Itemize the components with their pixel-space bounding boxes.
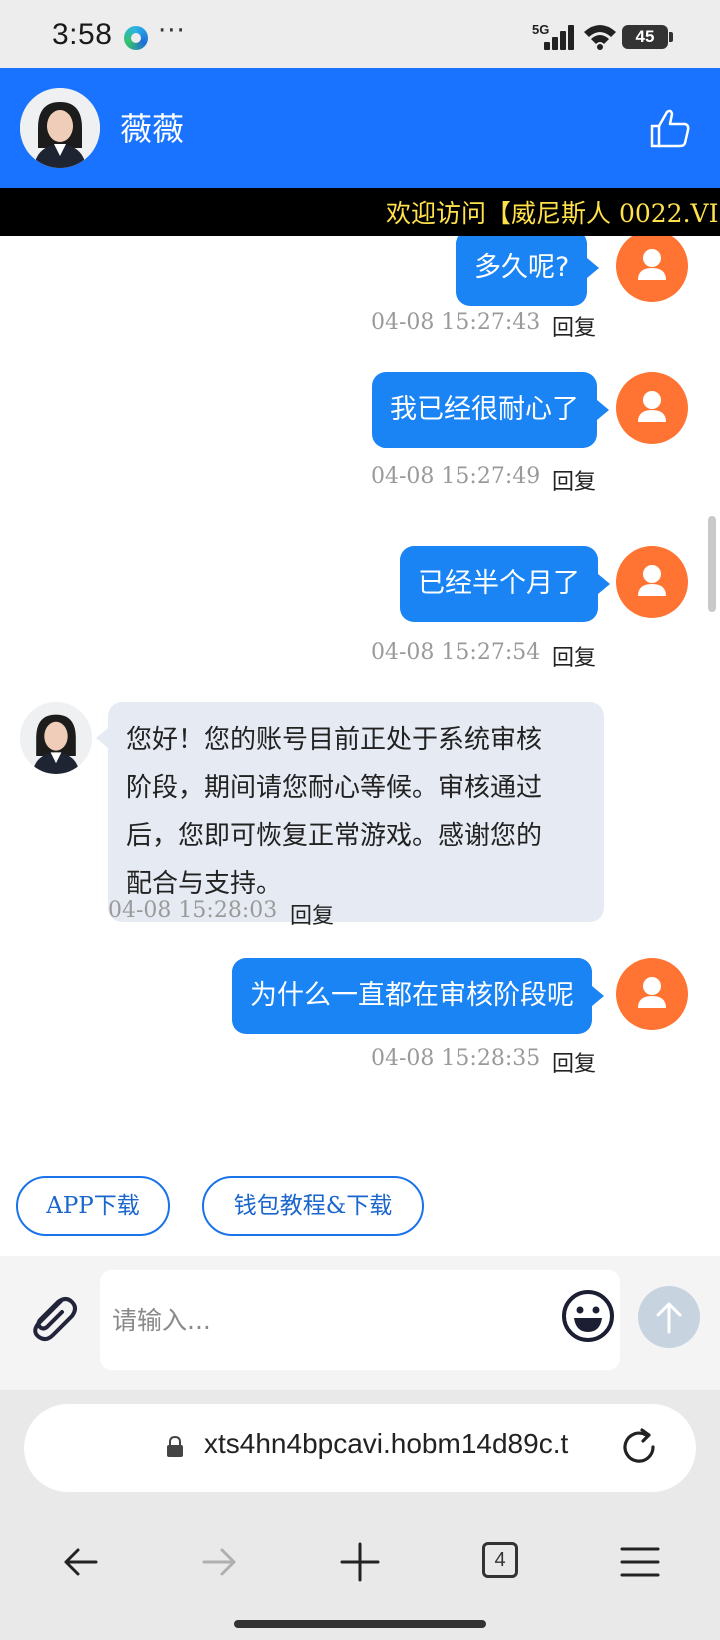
reply-link[interactable]: 回复	[552, 1046, 596, 1078]
outgoing-message-bubble[interactable]: 我已经很耐心了	[372, 372, 609, 448]
menu-icon[interactable]	[616, 1538, 664, 1586]
paperclip-icon[interactable]	[22, 1286, 80, 1344]
message-input[interactable]	[100, 1270, 620, 1370]
user-avatar	[616, 372, 688, 444]
browser-toolbar: xts4hn4bpcavi.hobm14d89c.t 4	[0, 1390, 720, 1640]
forward-arrow-icon[interactable]	[196, 1538, 244, 1586]
status-bar: 3:58 ··· 5G 45	[0, 0, 720, 68]
agent-avatar	[20, 702, 92, 774]
app-download-button[interactable]: APP下载	[16, 1176, 170, 1236]
user-avatar	[616, 958, 688, 1030]
signal-icon	[540, 24, 574, 50]
user-avatar	[616, 236, 688, 302]
message-timestamp: 04-08 15:27:43	[371, 310, 541, 335]
agent-avatar[interactable]	[20, 88, 100, 168]
message-timestamp: 04-08 15:28:03	[108, 898, 278, 923]
arrow-up-icon	[656, 1302, 682, 1334]
message-timestamp: 04-08 15:27:49	[371, 464, 541, 489]
new-tab-plus-icon[interactable]	[336, 1538, 384, 1586]
url-text: xts4hn4bpcavi.hobm14d89c.t	[204, 1428, 569, 1459]
reply-link[interactable]: 回复	[552, 310, 596, 342]
incoming-message-bubble[interactable]: 您好！您的账号目前正处于系统审核 阶段，期间请您耐心等候。审核通过 后，您即可恢…	[96, 702, 604, 922]
lock-icon	[167, 1436, 183, 1457]
contact-name: 薇薇	[120, 110, 185, 148]
battery-indicator: 45	[622, 25, 673, 49]
message-timestamp: 04-08 15:28:35	[371, 1046, 541, 1071]
emoji-icon[interactable]	[560, 1288, 616, 1344]
wallet-tutorial-button[interactable]: 钱包教程&下载	[202, 1176, 424, 1236]
user-avatar	[616, 546, 688, 618]
status-time: 3:58	[52, 18, 113, 51]
marquee-text: 欢迎访问【威尼斯人 0022.VI	[386, 199, 719, 228]
message-line: 阶段，期间请您耐心等候。审核通过	[126, 773, 543, 803]
reply-link[interactable]: 回复	[290, 898, 334, 930]
announcement-marquee: 欢迎访问【威尼斯人 0022.VI	[0, 188, 720, 236]
outgoing-message-bubble[interactable]: 已经半个月了	[400, 546, 610, 622]
reply-link[interactable]: 回复	[552, 464, 596, 496]
edge-browser-icon	[124, 26, 148, 50]
message-composer	[0, 1256, 720, 1390]
outgoing-message-bubble[interactable]: 为什么一直都在审核阶段呢	[232, 958, 604, 1034]
scrollbar-thumb[interactable]	[708, 516, 716, 612]
quick-actions-bar: APP下载 钱包教程&下载	[0, 1156, 720, 1256]
tab-count-button[interactable]: 4	[482, 1542, 518, 1578]
refresh-icon[interactable]	[618, 1426, 660, 1468]
chat-header: 薇薇	[0, 68, 720, 188]
more-notifications-icon: ···	[158, 16, 186, 46]
message-timestamp: 04-08 15:27:54	[371, 640, 541, 665]
send-button[interactable]	[638, 1286, 700, 1348]
address-bar[interactable]: xts4hn4bpcavi.hobm14d89c.t	[24, 1404, 696, 1492]
reply-link[interactable]: 回复	[552, 640, 596, 672]
message-line: 后，您即可恢复正常游戏。感谢您的	[126, 821, 543, 851]
outgoing-message-bubble[interactable]: 多久呢?	[456, 236, 600, 306]
wifi-icon	[584, 25, 616, 50]
home-indicator[interactable]	[234, 1620, 486, 1628]
back-arrow-icon[interactable]	[56, 1538, 104, 1586]
thumbs-up-icon[interactable]	[648, 106, 692, 150]
message-line: 您好！您的账号目前正处于系统审核	[126, 725, 543, 755]
message-list[interactable]: 多久呢? 04-08 15:27:43 回复 我已经很耐心了 04-08 15:…	[0, 236, 720, 1156]
